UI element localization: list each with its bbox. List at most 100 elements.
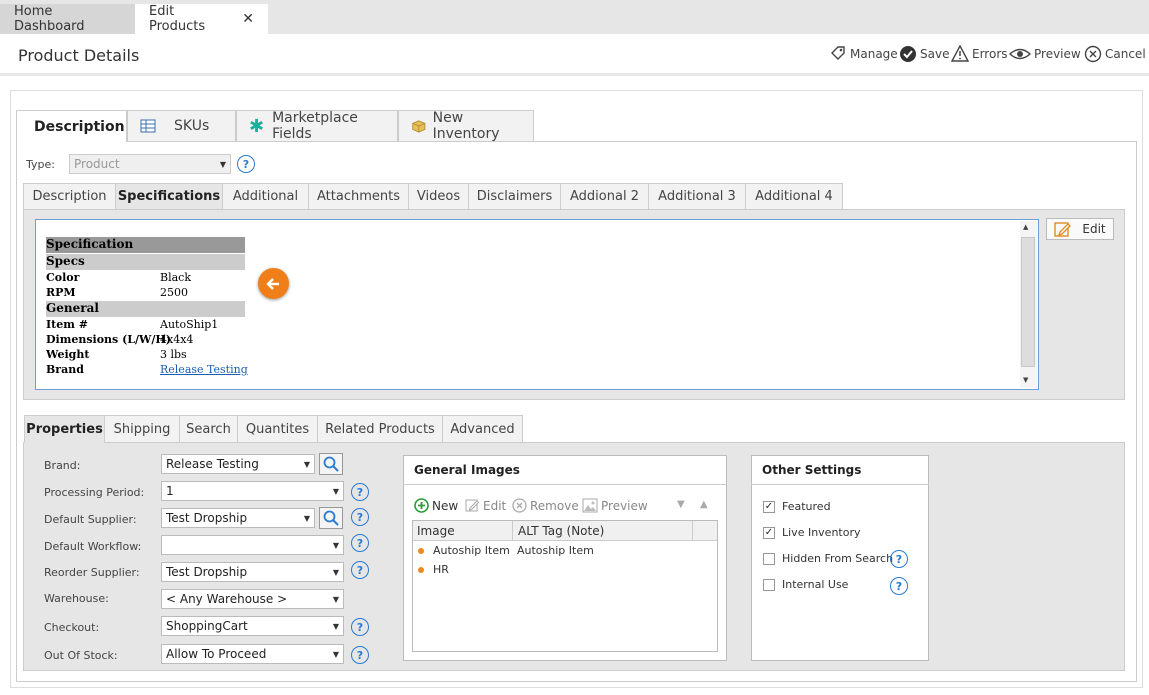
help-icon[interactable]: ? [351,618,369,636]
manage-icon [831,46,845,60]
ptab-search[interactable]: Search [179,415,238,443]
ptab-advanced[interactable]: Advanced [442,415,523,443]
brand-search-button[interactable] [319,453,343,475]
spec-key: Color [46,271,80,284]
image-preview-button[interactable]: Preview [582,498,648,513]
brand-select[interactable]: Release Testing ▼ [161,454,315,474]
subtab-additional-4[interactable]: Additional 4 [745,183,843,210]
subtab-disclaimers[interactable]: Disclaimers [468,183,561,210]
type-label: Type: [26,158,55,171]
edit-label: Edit [1082,222,1106,236]
close-icon[interactable]: ✕ [242,11,254,27]
warehouse-select[interactable]: < Any Warehouse > ▼ [161,589,344,609]
brand-label: Brand: [44,459,81,472]
image-remove-button[interactable]: Remove [512,498,579,513]
subtab-additional-3[interactable]: Additional 3 [648,183,746,210]
subtab-videos[interactable]: Videos [408,183,469,210]
manage-button[interactable]: Manage [829,45,898,63]
reorder-select[interactable]: Test Dropship ▼ [161,562,344,582]
ptab-properties[interactable]: Properties [24,415,105,443]
spec-specs-title-text: Specs [46,254,85,268]
spec-value: AutoShip1 [160,318,219,331]
tab-description[interactable]: Description [16,110,127,142]
help-icon[interactable]: ? [351,646,369,664]
help-icon[interactable]: ? [351,561,369,579]
scroll-thumb[interactable] [1021,237,1035,367]
errors-button[interactable]: Errors [951,45,1008,63]
ptab-quantites[interactable]: Quantites [237,415,318,443]
save-button[interactable]: Save [899,45,949,63]
spec-key: Weight [46,348,90,361]
ptab-label: Quantites [245,421,310,437]
help-icon[interactable]: ? [351,508,369,526]
editor-scrollbar[interactable]: ▲ ▼ [1020,221,1037,388]
tab-home-dashboard[interactable]: Home Dashboard [0,4,135,34]
divider [403,484,727,485]
col-image-header[interactable]: Image [417,524,455,538]
type-select[interactable]: Product ▼ [69,154,231,174]
table-row[interactable]: HR [418,563,517,576]
image-edit-button[interactable]: Edit [465,498,506,513]
edit-button[interactable]: Edit [1046,218,1114,240]
tab-new-inventory[interactable]: New Inventory [398,110,534,142]
divider [751,484,929,485]
subtab-addional-2[interactable]: Addional 2 [560,183,649,210]
image-new-label: New [432,498,459,513]
chevron-down-icon: ▼ [332,540,339,550]
image-remove-label: Remove [530,498,579,513]
spec-key: RPM [46,286,76,299]
subtab-label: Attachments [317,189,400,204]
subtab-label: Videos [416,189,461,204]
help-icon[interactable]: ? [237,155,255,173]
supplier-search-button[interactable] [319,507,343,529]
processing-select[interactable]: 1 ▼ [161,481,344,501]
hidden-from-search-checkbox[interactable] [763,553,775,565]
subtab-specifications[interactable]: Specifications [115,183,223,210]
tab-home-label: Home Dashboard [14,4,85,34]
move-down-icon[interactable]: ▼ [677,499,685,510]
warning-icon [951,45,969,62]
tab-skus-label: SKUs [174,118,210,134]
workflow-label: Default Workflow: [44,540,142,553]
brand-link[interactable]: Release Testing [160,363,248,376]
scroll-down-icon[interactable]: ▼ [1023,376,1028,384]
subtab-additional[interactable]: Additional [222,183,309,210]
col-alt-header[interactable]: ALT Tag (Note) [518,524,604,538]
tab-skus[interactable]: SKUs [127,110,236,141]
ptab-shipping[interactable]: Shipping [104,415,180,443]
subtab-attachments[interactable]: Attachments [308,183,409,210]
processing-label: Processing Period: [44,486,145,499]
chevron-down-icon: ▼ [332,594,339,604]
tab-edit-products[interactable]: Edit Products ✕ [135,4,268,34]
supplier-select[interactable]: Test Dropship ▼ [161,508,315,528]
internal-use-checkbox[interactable] [763,579,775,591]
scroll-up-icon[interactable]: ▲ [1023,223,1028,231]
chevron-down-icon: ▼ [332,567,339,577]
table-row[interactable]: Autoship Item Autoship Item [418,544,594,557]
subtab-description[interactable]: Description [23,183,116,210]
save-label: Save [920,47,950,61]
cancel-button[interactable]: Cancel [1084,45,1146,63]
ptab-related-products[interactable]: Related Products [317,415,443,443]
ptab-label: Related Products [325,421,435,437]
tab-marketplace-fields[interactable]: ✱ Marketplace Fields [236,110,398,142]
featured-checkbox[interactable]: ✓ [763,501,775,513]
collapse-arrow-button[interactable] [258,268,289,299]
type-value: Product [74,157,120,171]
workflow-select[interactable]: ▼ [161,535,344,555]
subtab-label: Specifications [117,189,221,204]
warehouse-value: < Any Warehouse > [166,592,288,606]
help-icon[interactable]: ? [890,550,908,568]
preview-button[interactable]: Preview [1009,45,1081,63]
outofstock-label: Out Of Stock: [44,649,118,662]
help-icon[interactable]: ? [351,534,369,552]
outofstock-select[interactable]: Allow To Proceed ▼ [161,644,344,664]
help-icon[interactable]: ? [890,577,908,595]
search-icon [323,456,339,472]
tab-marketplace-label: Marketplace Fields [272,110,358,142]
move-up-icon[interactable]: ▲ [700,499,708,510]
image-new-button[interactable]: New [414,498,458,513]
checkout-select[interactable]: ShoppingCart ▼ [161,616,344,636]
live-inventory-checkbox[interactable]: ✓ [763,527,775,539]
help-icon[interactable]: ? [351,483,369,501]
